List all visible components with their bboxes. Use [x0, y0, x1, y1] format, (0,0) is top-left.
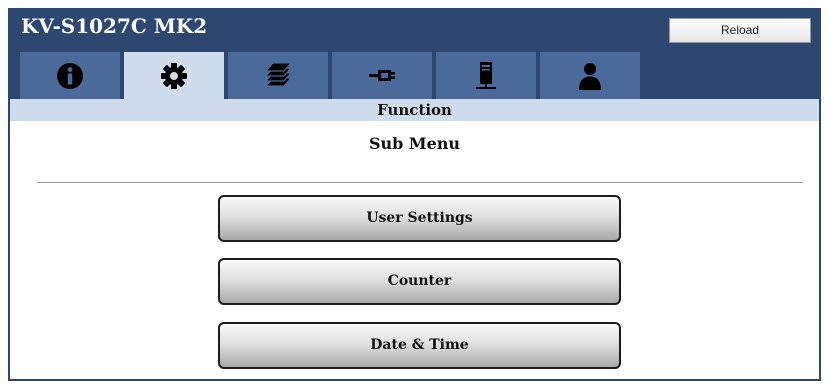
section-title: Function [10, 99, 819, 121]
device-title: KV-S1027C MK2 [21, 14, 208, 38]
tab-function[interactable] [124, 52, 224, 99]
date-time-button[interactable]: Date & Time [218, 322, 621, 369]
header-bar: KV-S1027C MK2 Reload [10, 10, 819, 99]
connector-icon [369, 69, 395, 81]
main-frame: KV-S1027C MK2 Reload Function Sub Menu U… [8, 8, 821, 381]
user-settings-button[interactable]: User Settings [218, 195, 621, 242]
tab-device[interactable] [436, 52, 536, 99]
counter-button[interactable]: Counter [218, 258, 621, 305]
divider [37, 182, 803, 183]
tab-information[interactable] [20, 52, 120, 99]
info-icon [57, 62, 83, 89]
scanner-device-icon [476, 61, 496, 89]
tab-bar [20, 52, 640, 99]
tab-connection[interactable] [332, 52, 432, 99]
tab-paper-settings[interactable] [228, 52, 328, 99]
submenu-heading: Sub Menu [368, 134, 461, 153]
paper-stack-icon [264, 61, 293, 87]
tab-user[interactable] [540, 52, 640, 99]
gear-icon [161, 62, 187, 89]
user-icon [579, 62, 601, 90]
reload-button[interactable]: Reload [669, 18, 811, 43]
